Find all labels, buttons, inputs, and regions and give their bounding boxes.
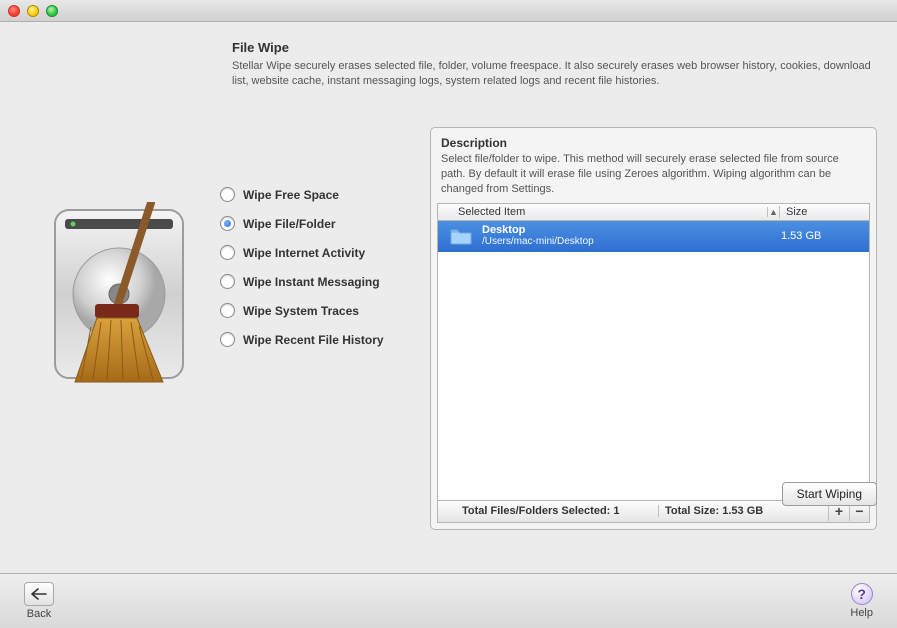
option-label: Wipe Recent File History bbox=[243, 333, 384, 347]
option-wipe-free-space[interactable]: Wipe Free Space bbox=[220, 187, 430, 202]
description-panel: Description Select file/folder to wipe. … bbox=[430, 127, 877, 530]
footer-selected-count: Total Files/Folders Selected: 1 bbox=[438, 505, 658, 517]
option-label: Wipe Internet Activity bbox=[243, 246, 365, 260]
illustration-column bbox=[20, 42, 220, 563]
back-label: Back bbox=[27, 608, 51, 620]
radio-icon bbox=[220, 332, 235, 347]
option-wipe-recent-file-history[interactable]: Wipe Recent File History bbox=[220, 332, 430, 347]
sort-indicator-icon: ▲ bbox=[767, 207, 779, 217]
close-window-button[interactable] bbox=[8, 5, 20, 17]
action-row: Start Wiping bbox=[782, 482, 877, 506]
panel-description: Select file/folder to wipe. This method … bbox=[437, 152, 870, 203]
wipe-options-group: Wipe Free Space Wipe File/Folder Wipe In… bbox=[220, 187, 430, 347]
item-size: 1.53 GB bbox=[781, 230, 863, 242]
options-column: Wipe Free Space Wipe File/Folder Wipe In… bbox=[220, 42, 430, 563]
start-wiping-button[interactable]: Start Wiping bbox=[782, 482, 877, 506]
back-button[interactable]: Back bbox=[24, 582, 54, 620]
option-label: Wipe System Traces bbox=[243, 304, 359, 318]
help-icon: ? bbox=[851, 583, 873, 605]
folder-icon bbox=[450, 227, 472, 245]
help-button[interactable]: ? Help bbox=[850, 583, 873, 619]
option-wipe-system-traces[interactable]: Wipe System Traces bbox=[220, 303, 430, 318]
option-label: Wipe Instant Messaging bbox=[243, 275, 380, 289]
option-wipe-internet-activity[interactable]: Wipe Internet Activity bbox=[220, 245, 430, 260]
column-header-size[interactable]: Size bbox=[779, 206, 869, 218]
item-name: Desktop bbox=[482, 224, 781, 237]
back-arrow-icon bbox=[24, 582, 54, 606]
option-label: Wipe File/Folder bbox=[243, 217, 336, 231]
radio-icon bbox=[220, 274, 235, 289]
help-label: Help bbox=[850, 607, 873, 619]
main-content: File Wipe Stellar Wipe securely erases s… bbox=[0, 22, 897, 573]
harddrive-broom-illustration bbox=[45, 202, 195, 392]
item-text: Desktop /Users/mac-mini/Desktop bbox=[482, 224, 781, 248]
option-wipe-file-folder[interactable]: Wipe File/Folder bbox=[220, 216, 430, 231]
list-item[interactable]: Desktop /Users/mac-mini/Desktop 1.53 GB bbox=[438, 221, 869, 252]
bottom-toolbar: Back ? Help bbox=[0, 573, 897, 628]
radio-icon bbox=[220, 303, 235, 318]
radio-icon bbox=[220, 245, 235, 260]
footer-total-size: Total Size: 1.53 GB bbox=[658, 505, 828, 517]
table-header[interactable]: Selected Item ▲ Size bbox=[437, 203, 870, 221]
column-header-item[interactable]: Selected Item bbox=[438, 206, 767, 218]
panel-title: Description bbox=[437, 134, 870, 152]
option-wipe-instant-messaging[interactable]: Wipe Instant Messaging bbox=[220, 274, 430, 289]
radio-icon bbox=[220, 187, 235, 202]
selected-items-list[interactable]: Desktop /Users/mac-mini/Desktop 1.53 GB bbox=[437, 221, 870, 501]
item-path: /Users/mac-mini/Desktop bbox=[482, 236, 781, 248]
zoom-window-button[interactable] bbox=[46, 5, 58, 17]
window-titlebar bbox=[0, 0, 897, 22]
option-label: Wipe Free Space bbox=[243, 188, 339, 202]
radio-icon bbox=[220, 216, 235, 231]
minimize-window-button[interactable] bbox=[27, 5, 39, 17]
detail-column: Description Select file/folder to wipe. … bbox=[430, 42, 877, 563]
